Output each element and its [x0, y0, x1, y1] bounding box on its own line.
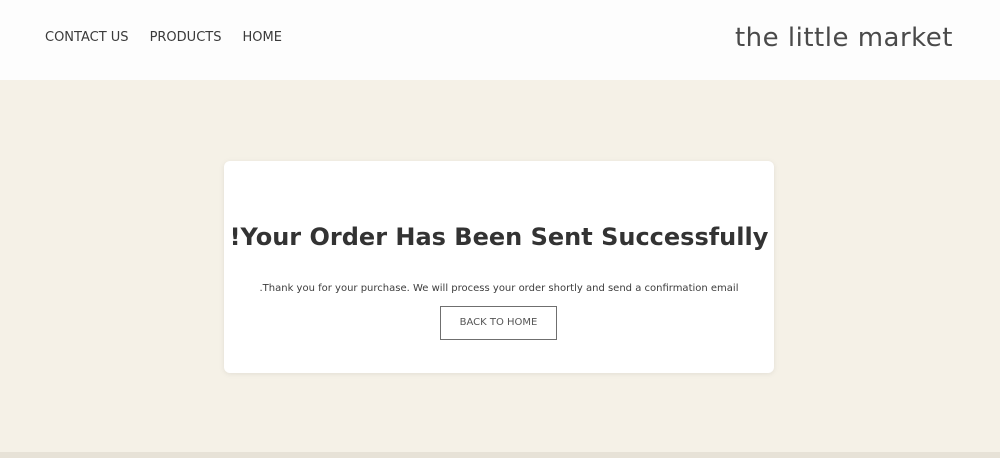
site-logo[interactable]: the little market: [735, 22, 953, 54]
confirmation-title: !Your Order Has Been Sent Successfully: [229, 223, 769, 251]
nav-products[interactable]: PRODUCTS: [150, 30, 222, 46]
nav-home[interactable]: HOME: [242, 30, 281, 46]
site-header: CONTACT US PRODUCTS HOME the little mark…: [0, 0, 1000, 80]
back-to-home-button[interactable]: BACK TO HOME: [440, 306, 557, 340]
nav-contact-us[interactable]: CONTACT US: [45, 30, 129, 46]
confirmation-message: .Thank you for your purchase. We will pr…: [259, 283, 739, 294]
main-nav: CONTACT US PRODUCTS HOME: [45, 30, 303, 46]
footer-divider: [0, 452, 1000, 458]
order-confirmation-card: !Your Order Has Been Sent Successfully .…: [224, 161, 774, 373]
